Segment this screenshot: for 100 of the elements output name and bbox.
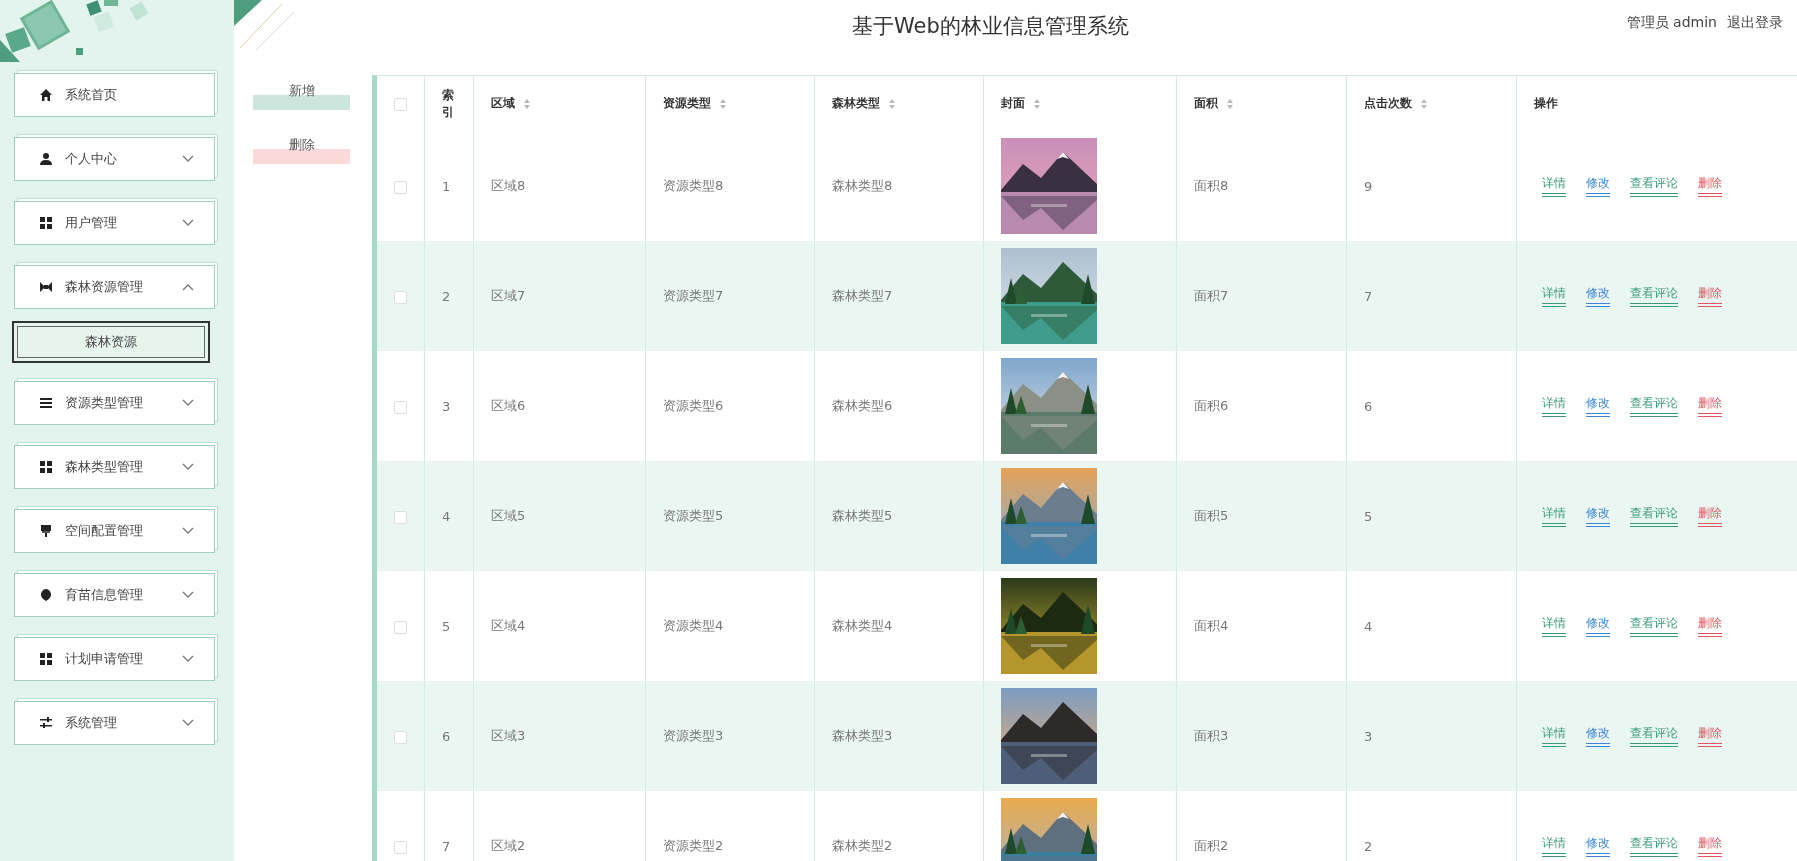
menu-item[interactable]: 育苗信息管理 [14, 573, 215, 617]
action-link[interactable]: 修改 [1586, 725, 1610, 747]
table-cell: 2 [442, 288, 451, 304]
table-cell: 区域8 [491, 178, 526, 193]
table-cell: 面积4 [1194, 618, 1229, 633]
table-cell: 区域5 [491, 508, 526, 523]
action-link[interactable]: 详情 [1542, 395, 1566, 417]
table-cell: 区域2 [491, 838, 526, 853]
table-cell: 面积2 [1194, 838, 1229, 853]
action-link[interactable]: 查看评论 [1630, 615, 1678, 637]
checkbox[interactable] [394, 97, 407, 111]
action-link[interactable]: 详情 [1542, 615, 1566, 637]
checkbox[interactable] [394, 840, 407, 854]
menu-item[interactable]: 计划申请管理 [14, 637, 215, 681]
table-cell: 森林类型3 [832, 728, 893, 743]
menu-item[interactable]: 森林类型管理 [14, 445, 215, 489]
menu-item[interactable]: 资源类型管理 [14, 381, 215, 425]
table-cell: 6 [1364, 398, 1373, 414]
checkbox[interactable] [394, 510, 407, 524]
action-link[interactable]: 修改 [1586, 175, 1610, 197]
menu-item[interactable]: 系统首页 [14, 73, 215, 117]
table-cell: 7 [442, 838, 451, 854]
table-cell: 森林类型6 [832, 398, 893, 413]
logout-link[interactable]: 退出登录 [1727, 14, 1783, 32]
table-cell: 森林类型5 [832, 508, 893, 523]
table-cell: 区域7 [491, 288, 526, 303]
sort-icon[interactable] [719, 97, 727, 110]
action-link[interactable]: 查看评论 [1630, 835, 1678, 857]
column-header[interactable]: 封面 [1001, 95, 1025, 112]
action-link[interactable]: 详情 [1542, 175, 1566, 197]
sort-icon[interactable] [888, 97, 896, 110]
brush-icon [39, 524, 53, 538]
table-cell: 资源类型8 [663, 178, 724, 193]
header-stripes-drawing [234, 0, 294, 50]
table-cell: 区域3 [491, 728, 526, 743]
checkbox[interactable] [394, 620, 407, 634]
table-cell: 面积8 [1194, 178, 1229, 193]
action-link[interactable]: 修改 [1586, 505, 1610, 527]
action-link[interactable]: 详情 [1542, 285, 1566, 307]
checkbox[interactable] [394, 730, 407, 744]
column-header: 索引 [442, 86, 454, 121]
table-cell: 6 [442, 728, 451, 744]
action-link[interactable]: 查看评论 [1630, 725, 1678, 747]
column-header[interactable]: 区域 [491, 95, 515, 112]
user-name: 管理员 admin [1626, 14, 1717, 32]
sort-icon[interactable] [1420, 97, 1428, 110]
sort-icon[interactable] [1226, 97, 1234, 110]
action-link[interactable]: 删除 [1698, 395, 1722, 417]
table-cell: 资源类型2 [663, 838, 724, 853]
action-link[interactable]: 详情 [1542, 835, 1566, 857]
action-link[interactable]: 查看评论 [1630, 395, 1678, 417]
action-link[interactable]: 详情 [1542, 725, 1566, 747]
table-cell: 2 [1364, 838, 1373, 854]
table-cell: 面积5 [1194, 508, 1229, 523]
table-cell: 面积7 [1194, 288, 1229, 303]
action-link[interactable]: 删除 [1698, 725, 1722, 747]
action-link[interactable]: 删除 [1698, 615, 1722, 637]
column-header: 操作 [1534, 95, 1558, 112]
checkbox[interactable] [394, 290, 407, 304]
action-link[interactable]: 修改 [1586, 615, 1610, 637]
column-header[interactable]: 森林类型 [832, 95, 880, 112]
menu-item[interactable]: 空间配置管理 [14, 509, 215, 553]
menu-item[interactable]: 系统管理 [14, 701, 215, 745]
action-link[interactable]: 删除 [1698, 175, 1722, 197]
submenu-item[interactable]: 森林资源 [12, 321, 210, 363]
action-link[interactable]: 删除 [1698, 505, 1722, 527]
pin-icon [39, 588, 53, 602]
checkbox[interactable] [394, 400, 407, 414]
sliders-icon [39, 716, 53, 730]
action-link[interactable]: 删除 [1698, 285, 1722, 307]
home-icon [39, 88, 53, 102]
column-header[interactable]: 资源类型 [663, 95, 711, 112]
action-link[interactable]: 查看评论 [1630, 505, 1678, 527]
action-link[interactable]: 修改 [1586, 395, 1610, 417]
menu-item[interactable]: 个人中心 [14, 137, 215, 181]
table-cell: 资源类型4 [663, 618, 724, 633]
action-link[interactable]: 修改 [1586, 285, 1610, 307]
user-icon [39, 152, 53, 166]
bowtie-icon [39, 280, 53, 294]
column-header[interactable]: 点击次数 [1364, 95, 1412, 112]
table-cell: 资源类型7 [663, 288, 724, 303]
app-title: 基于Web的林业信息管理系统 [850, 13, 1130, 40]
sort-icon[interactable] [523, 97, 531, 110]
table-cell: 5 [442, 618, 451, 634]
checkbox[interactable] [394, 180, 407, 194]
table-cell: 1 [442, 178, 451, 194]
sort-icon[interactable] [1033, 97, 1041, 110]
menu-item[interactable]: 用户管理 [14, 201, 215, 245]
menu-item[interactable]: 森林资源管理 [14, 265, 215, 309]
action-link[interactable]: 删除 [1698, 835, 1722, 857]
table-cell: 面积6 [1194, 398, 1229, 413]
action-link[interactable]: 查看评论 [1630, 175, 1678, 197]
column-header[interactable]: 面积 [1194, 95, 1218, 112]
table-cell: 资源类型3 [663, 728, 724, 743]
grid-icon [39, 460, 53, 474]
action-link[interactable]: 详情 [1542, 505, 1566, 527]
action-link[interactable]: 查看评论 [1630, 285, 1678, 307]
table-cell: 面积3 [1194, 728, 1229, 743]
table-cell: 森林类型8 [832, 178, 893, 193]
action-link[interactable]: 修改 [1586, 835, 1610, 857]
